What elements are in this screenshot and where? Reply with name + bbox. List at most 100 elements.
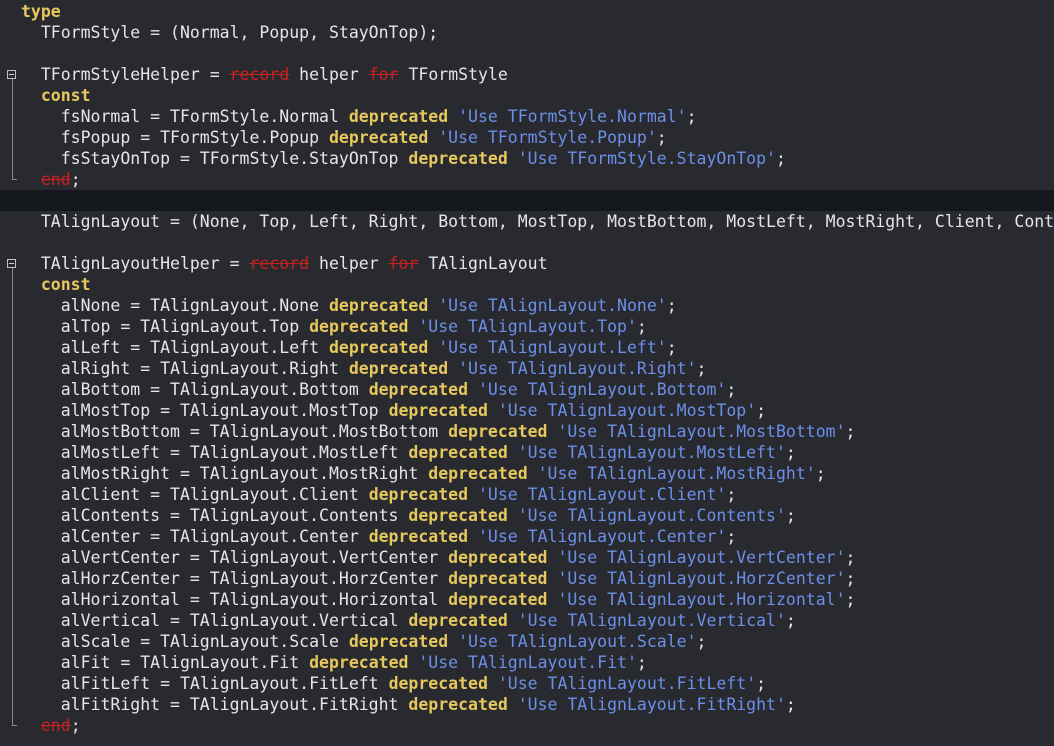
string-literal: 'Use TAlignLayout.Right' — [458, 359, 697, 378]
keyword: deprecated — [408, 149, 508, 168]
keyword: type — [21, 2, 61, 21]
string-literal: 'Use TAlignLayout.MostLeft' — [517, 443, 786, 462]
code-line-text: end; — [21, 715, 81, 736]
code-line[interactable]: alVertical = TAlignLayout.Vertical depre… — [0, 610, 1054, 631]
code-line[interactable]: const — [0, 85, 1054, 106]
code-line[interactable]: end; — [0, 169, 1054, 190]
code-token: helper — [289, 65, 369, 84]
string-literal: 'Use TAlignLayout.Contents' — [517, 506, 786, 525]
keyword: deprecated — [328, 296, 429, 315]
code-token: fsNormal = TFormStyle.Normal — [21, 107, 349, 126]
code-line-text: alClient = TAlignLayout.Client deprecate… — [21, 484, 737, 505]
code-line[interactable]: TFormStyle = (Normal, Popup, StayOnTop); — [0, 22, 1054, 43]
code-line[interactable] — [0, 232, 1054, 253]
code-line[interactable]: type — [0, 1, 1054, 22]
keyword: deprecated — [348, 632, 449, 651]
code-line[interactable] — [0, 43, 1054, 64]
code-token: ; — [785, 695, 796, 714]
code-line[interactable]: TAlignLayout = (None, Top, Left, Right, … — [0, 211, 1054, 232]
code-token: ; — [696, 359, 707, 378]
keyword: end — [40, 716, 71, 735]
code-token: TFormStyle — [398, 65, 508, 84]
code-line[interactable]: alRight = TAlignLayout.Right deprecated … — [0, 358, 1054, 379]
code-line[interactable]: fsNormal = TFormStyle.Normal deprecated … — [0, 106, 1054, 127]
code-token: TAlignLayout — [418, 254, 548, 273]
code-token: ; — [636, 653, 647, 672]
code-line[interactable]: alFitLeft = TAlignLayout.FitLeft depreca… — [0, 673, 1054, 694]
code-line[interactable]: alContents = TAlignLayout.Contents depre… — [0, 505, 1054, 526]
code-token: alContents = TAlignLayout.Contents — [21, 506, 409, 525]
code-line-text: fsNormal = TFormStyle.Normal deprecated … — [21, 106, 697, 127]
code-line[interactable]: alBottom = TAlignLayout.Bottom deprecate… — [0, 379, 1054, 400]
code-line[interactable]: alLeft = TAlignLayout.Left deprecated 'U… — [0, 337, 1054, 358]
code-line[interactable]: fsStayOnTop = TFormStyle.StayOnTop depre… — [0, 148, 1054, 169]
code-token: ; — [696, 632, 707, 651]
code-line-text: TAlignLayoutHelper = record helper for T… — [21, 253, 548, 274]
code-editor[interactable]: type TFormStyle = (Normal, Popup, StayOn… — [0, 0, 1054, 746]
string-literal: 'Use TAlignLayout.Fit' — [418, 653, 637, 672]
code-line[interactable]: alFit = TAlignLayout.Fit deprecated 'Use… — [0, 652, 1054, 673]
string-literal: 'Use TAlignLayout.FitRight' — [517, 695, 786, 714]
code-token: alVertCenter = TAlignLayout.VertCenter — [21, 548, 449, 567]
code-token: ; — [785, 611, 796, 630]
code-token: alVertical = TAlignLayout.Vertical — [21, 611, 409, 630]
code-line-text: alContents = TAlignLayout.Contents depre… — [21, 505, 796, 526]
keyword: deprecated — [368, 380, 469, 399]
code-token: helper — [309, 254, 389, 273]
code-line-text: const — [21, 85, 91, 106]
code-token: alRight = TAlignLayout.Right — [21, 359, 349, 378]
code-line[interactable]: const — [0, 274, 1054, 295]
code-line[interactable]: TFormStyleHelper = record helper for TFo… — [0, 64, 1054, 85]
code-line-text: fsPopup = TFormStyle.Popup deprecated 'U… — [21, 127, 667, 148]
code-token: ; — [656, 128, 667, 147]
code-line[interactable]: end; — [0, 715, 1054, 736]
current-line[interactable] — [0, 190, 1054, 211]
code-line[interactable]: alMostTop = TAlignLayout.MostTop depreca… — [0, 400, 1054, 421]
code-line[interactable]: alScale = TAlignLayout.Scale deprecated … — [0, 631, 1054, 652]
string-literal: 'Use TFormStyle.Popup' — [438, 128, 657, 147]
code-line[interactable]: alFitRight = TAlignLayout.FitRight depre… — [0, 694, 1054, 715]
code-line-text: end; — [21, 169, 81, 190]
code-token: alNone = TAlignLayout.None — [21, 296, 329, 315]
code-line[interactable]: TAlignLayoutHelper = record helper for T… — [0, 253, 1054, 274]
code-line[interactable]: alVertCenter = TAlignLayout.VertCenter d… — [0, 547, 1054, 568]
code-line[interactable]: alMostRight = TAlignLayout.MostRight dep… — [0, 463, 1054, 484]
code-line-text: TFormStyle = (Normal, Popup, StayOnTop); — [21, 22, 438, 43]
code-token: alCenter = TAlignLayout.Center — [21, 527, 369, 546]
code-line[interactable]: alNone = TAlignLayout.None deprecated 'U… — [0, 295, 1054, 316]
code-line[interactable]: alCenter = TAlignLayout.Center deprecate… — [0, 526, 1054, 547]
code-token: ; — [845, 569, 856, 588]
keyword: deprecated — [408, 443, 508, 462]
keyword: for — [368, 65, 399, 84]
keyword: deprecated — [368, 527, 469, 546]
code-line[interactable]: alTop = TAlignLayout.Top deprecated 'Use… — [0, 316, 1054, 337]
code-line[interactable]: alClient = TAlignLayout.Client deprecate… — [0, 484, 1054, 505]
code-line[interactable]: alHorzCenter = TAlignLayout.HorzCenter d… — [0, 568, 1054, 589]
code-line[interactable]: alMostBottom = TAlignLayout.MostBottom d… — [0, 421, 1054, 442]
string-literal: 'Use TAlignLayout.Scale' — [458, 632, 697, 651]
keyword: deprecated — [428, 464, 528, 483]
keyword: deprecated — [328, 338, 429, 357]
code-line-text: alFit = TAlignLayout.Fit deprecated 'Use… — [21, 652, 647, 673]
code-line-text: alTop = TAlignLayout.Top deprecated 'Use… — [21, 316, 647, 337]
keyword: deprecated — [408, 506, 508, 525]
code-line[interactable]: alMostLeft = TAlignLayout.MostLeft depre… — [0, 442, 1054, 463]
code-line[interactable]: fsPopup = TFormStyle.Popup deprecated 'U… — [0, 127, 1054, 148]
string-literal: 'Use TAlignLayout.Client' — [477, 485, 727, 504]
code-line-text: alBottom = TAlignLayout.Bottom deprecate… — [21, 379, 737, 400]
keyword: deprecated — [309, 317, 409, 336]
code-line[interactable]: alHorizontal = TAlignLayout.Horizontal d… — [0, 589, 1054, 610]
code-token: ; — [726, 527, 737, 546]
code-line-text: alNone = TAlignLayout.None deprecated 'U… — [21, 295, 677, 316]
code-line-text: TFormStyleHelper = record helper for TFo… — [21, 64, 508, 85]
code-line-text: TAlignLayout = (None, Top, Left, Right, … — [21, 211, 1054, 232]
